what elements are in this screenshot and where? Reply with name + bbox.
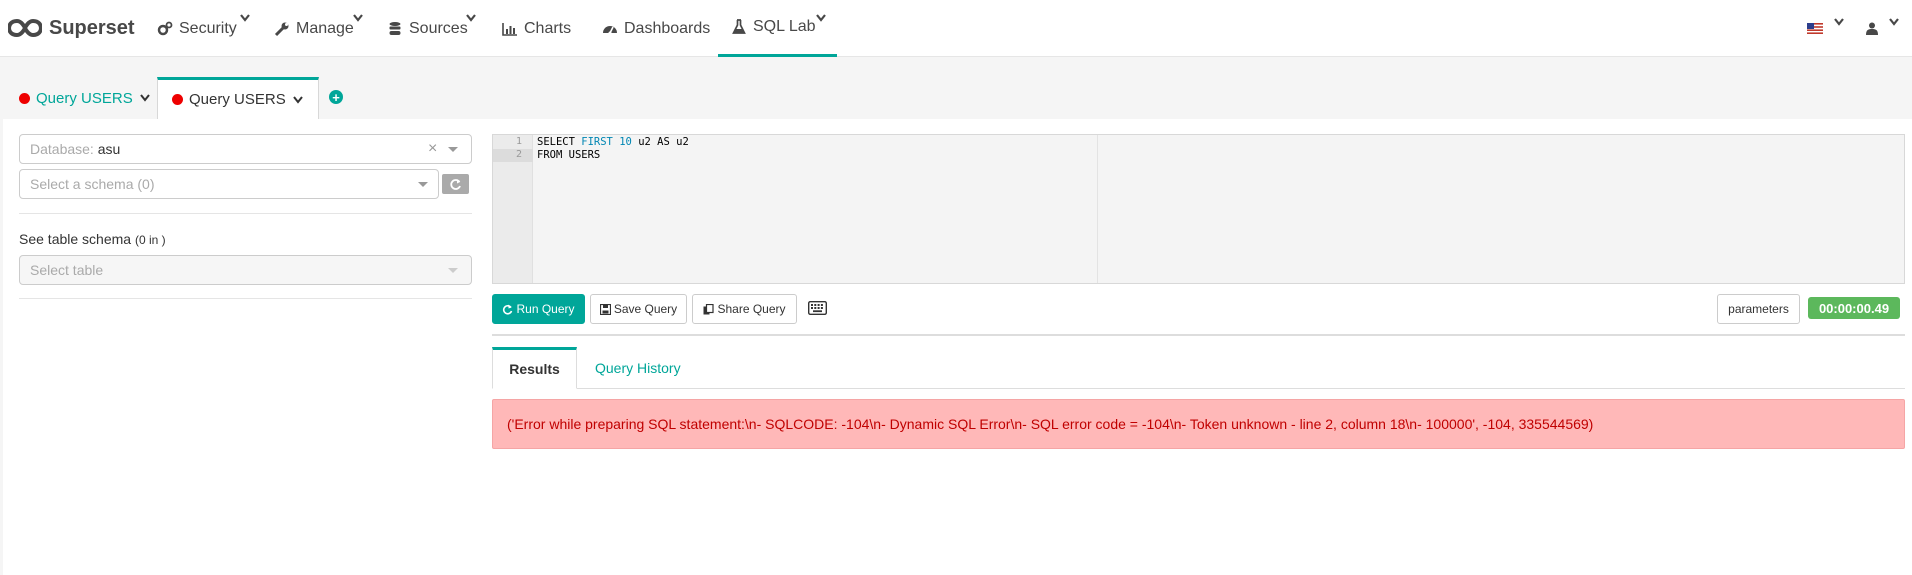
save-query-button[interactable]: Save Query bbox=[590, 294, 687, 324]
save-icon bbox=[599, 303, 611, 315]
database-select-value: asu bbox=[97, 141, 121, 157]
schema-select-placeholder: Select a schema (0) bbox=[30, 176, 155, 192]
save-query-label: Save Query bbox=[613, 302, 678, 316]
chevron-down-icon bbox=[466, 14, 476, 22]
top-navbar: Superset Security Manage Sources Charts … bbox=[0, 0, 1912, 57]
nav-sources[interactable]: Sources bbox=[387, 0, 476, 57]
database-select-label: Database: bbox=[30, 141, 94, 157]
user-icon bbox=[1866, 22, 1878, 35]
nav-security[interactable]: Security bbox=[157, 0, 250, 57]
brand-logo-link[interactable]: Superset bbox=[8, 14, 135, 42]
nav-security-label: Security bbox=[179, 19, 237, 37]
chevron-down-icon bbox=[816, 14, 826, 22]
copy-icon bbox=[703, 303, 715, 314]
flask-icon bbox=[732, 19, 746, 34]
add-tab-icon[interactable]: + bbox=[329, 90, 343, 104]
chevron-down-icon bbox=[1889, 17, 1899, 26]
table-schema-title: See table schema bbox=[19, 231, 132, 247]
brand-name: Superset bbox=[49, 16, 135, 39]
us-flag-icon bbox=[1807, 23, 1823, 34]
divider bbox=[19, 213, 472, 214]
line-number: 1 bbox=[515, 136, 522, 147]
chevron-down-icon[interactable] bbox=[292, 95, 304, 104]
line-number: 2 bbox=[515, 149, 522, 160]
database-icon bbox=[389, 21, 401, 35]
superset-logo-icon bbox=[8, 18, 42, 38]
print-margin bbox=[1097, 135, 1098, 283]
nav-manage-label: Manage bbox=[296, 19, 354, 37]
table-select-placeholder: Select table bbox=[30, 262, 104, 278]
dashboard-icon bbox=[603, 25, 617, 34]
table-schema-count: (0 in ) bbox=[134, 233, 166, 247]
code-line[interactable]: FROM USERS bbox=[537, 149, 600, 161]
tab-query-history[interactable]: Query History bbox=[595, 347, 681, 389]
refresh-icon bbox=[450, 178, 461, 190]
code-line[interactable]: SELECT FIRST 10 u2 AS u2 bbox=[537, 136, 689, 148]
share-query-label: Share Query bbox=[717, 302, 786, 316]
query-tab-active[interactable]: Query USERS bbox=[157, 77, 319, 119]
nav-charts-label: Charts bbox=[524, 19, 572, 37]
tab-results-label: Results bbox=[509, 361, 560, 377]
sql-editor[interactable]: 1 2 SELECT FIRST 10 u2 AS u2 FROM USERS bbox=[492, 134, 1905, 284]
active-line-highlight bbox=[493, 149, 533, 162]
database-select[interactable]: Database: asu × bbox=[19, 134, 472, 164]
parameters-button[interactable]: parameters bbox=[1717, 294, 1800, 324]
select-arrow-icon[interactable] bbox=[448, 268, 458, 273]
query-tab[interactable]: Query USERS bbox=[19, 77, 151, 119]
unsaved-indicator bbox=[19, 92, 30, 104]
refresh-schema-button[interactable] bbox=[442, 174, 469, 194]
run-query-button[interactable]: Run Query bbox=[492, 294, 585, 324]
share-query-button[interactable]: Share Query bbox=[692, 294, 797, 324]
select-arrow-icon[interactable] bbox=[418, 182, 428, 187]
chevron-down-icon bbox=[1834, 17, 1844, 26]
schema-select[interactable]: Select a schema (0) bbox=[19, 169, 439, 199]
run-query-label: Run Query bbox=[516, 302, 575, 316]
query-tab-label: Query USERS bbox=[189, 91, 286, 108]
wrench-icon bbox=[274, 22, 289, 36]
keyboard-icon[interactable] bbox=[808, 301, 827, 315]
nav-sql-lab[interactable]: SQL Lab bbox=[718, 0, 837, 57]
chevron-down-icon[interactable] bbox=[139, 94, 151, 102]
user-menu[interactable] bbox=[1866, 0, 1900, 57]
editor-gutter: 1 2 bbox=[493, 135, 533, 283]
query-tab-label: Query USERS bbox=[36, 89, 133, 107]
error-alert: ('Error while preparing SQL statement:\n… bbox=[492, 399, 1905, 449]
tab-results[interactable]: Results bbox=[492, 347, 577, 389]
nav-dashboards-label: Dashboards bbox=[624, 19, 711, 37]
nav-charts[interactable]: Charts bbox=[502, 0, 571, 57]
select-arrow-icon[interactable] bbox=[448, 147, 458, 152]
nav-sql-lab-label: SQL Lab bbox=[753, 18, 816, 35]
nav-sources-label: Sources bbox=[409, 19, 468, 37]
clear-icon[interactable]: × bbox=[428, 140, 437, 158]
unsaved-indicator bbox=[172, 94, 183, 105]
cogs-icon bbox=[157, 21, 173, 35]
table-schema-label: See table schema (0 in ) bbox=[19, 231, 166, 247]
bar-chart-icon bbox=[502, 22, 517, 36]
tab-query-history-label: Query History bbox=[595, 360, 681, 376]
table-select[interactable]: Select table bbox=[19, 255, 472, 285]
query-timer: 00:00:00.49 bbox=[1808, 297, 1900, 319]
chevron-down-icon bbox=[240, 14, 250, 22]
chevron-down-icon bbox=[353, 14, 363, 22]
nav-manage[interactable]: Manage bbox=[274, 0, 363, 57]
result-tabs-underline bbox=[492, 388, 1905, 389]
query-tab-bar: Query USERS Query USERS bbox=[0, 57, 1912, 119]
error-message: ('Error while preparing SQL statement:\n… bbox=[507, 416, 1594, 432]
language-selector[interactable] bbox=[1807, 0, 1845, 57]
refresh-icon bbox=[503, 304, 513, 315]
divider bbox=[19, 298, 472, 299]
nav-dashboards[interactable]: Dashboards bbox=[602, 0, 710, 57]
parameters-label: parameters bbox=[1728, 302, 1789, 316]
divider bbox=[492, 334, 1905, 336]
